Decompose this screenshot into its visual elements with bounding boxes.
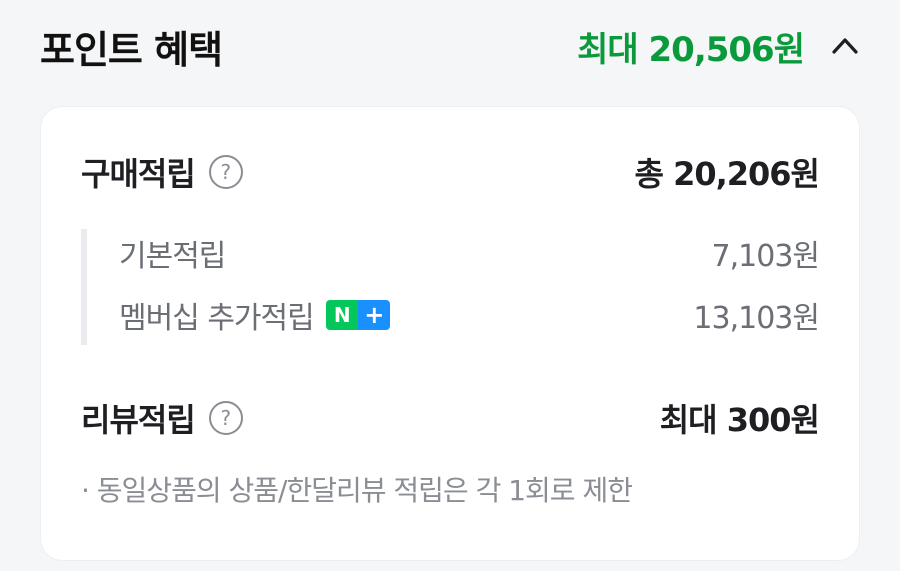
basic-points-value: 7,103원 [711, 239, 820, 274]
purchase-points-title: 구매적립 [81, 155, 196, 193]
chevron-up-icon[interactable] [830, 31, 860, 61]
point-benefits-header[interactable]: 포인트 혜택 최대 20,506원 [40, 14, 860, 78]
review-points-value: 최대 300원 [659, 401, 820, 439]
basic-points-text: 기본적립 [119, 239, 226, 274]
list-item: 기본적립 7,103원 [119, 231, 820, 275]
naver-plus-badge: N + [325, 300, 390, 330]
membership-points-value: 13,103원 [693, 301, 820, 336]
review-points-title: 리뷰적립 [81, 401, 196, 439]
membership-points-text: 멤버십 추가적립 [119, 301, 315, 336]
purchase-points-row: 구매적립 ? 총 20,206원 [81, 149, 820, 195]
help-icon[interactable]: ? [208, 401, 243, 435]
list-item: 멤버십 추가적립 N + 13,103원 [119, 293, 820, 337]
purchase-points-total: 총 20,206원 [634, 155, 820, 193]
max-points-label: 최대 20,506원 [577, 29, 805, 70]
help-icon[interactable]: ? [208, 155, 243, 189]
membership-points-label: 멤버십 추가적립 N + [119, 293, 390, 337]
point-benefits-page: 포인트 혜택 최대 20,506원 구매적립 ? 총 20,206원 기본적립 [0, 0, 900, 571]
purchase-points-breakdown: 기본적립 7,103원 멤버십 추가적립 N + 13,103원 [81, 229, 820, 345]
review-limit-note: · 동일상품의 상품/한달리뷰 적립은 각 1회로 제한 [81, 474, 633, 507]
basic-points-label: 기본적립 [119, 231, 226, 275]
benefits-card: 구매적립 ? 총 20,206원 기본적립 7,103원 멤버십 추가적립 N … [40, 106, 860, 561]
header-right[interactable]: 최대 20,506원 [577, 22, 860, 71]
plus-icon: + [357, 300, 390, 330]
section-title: 포인트 혜택 [40, 27, 223, 72]
n-logo-icon: N [325, 300, 358, 330]
review-points-row: 리뷰적립 ? 최대 300원 [81, 395, 820, 441]
